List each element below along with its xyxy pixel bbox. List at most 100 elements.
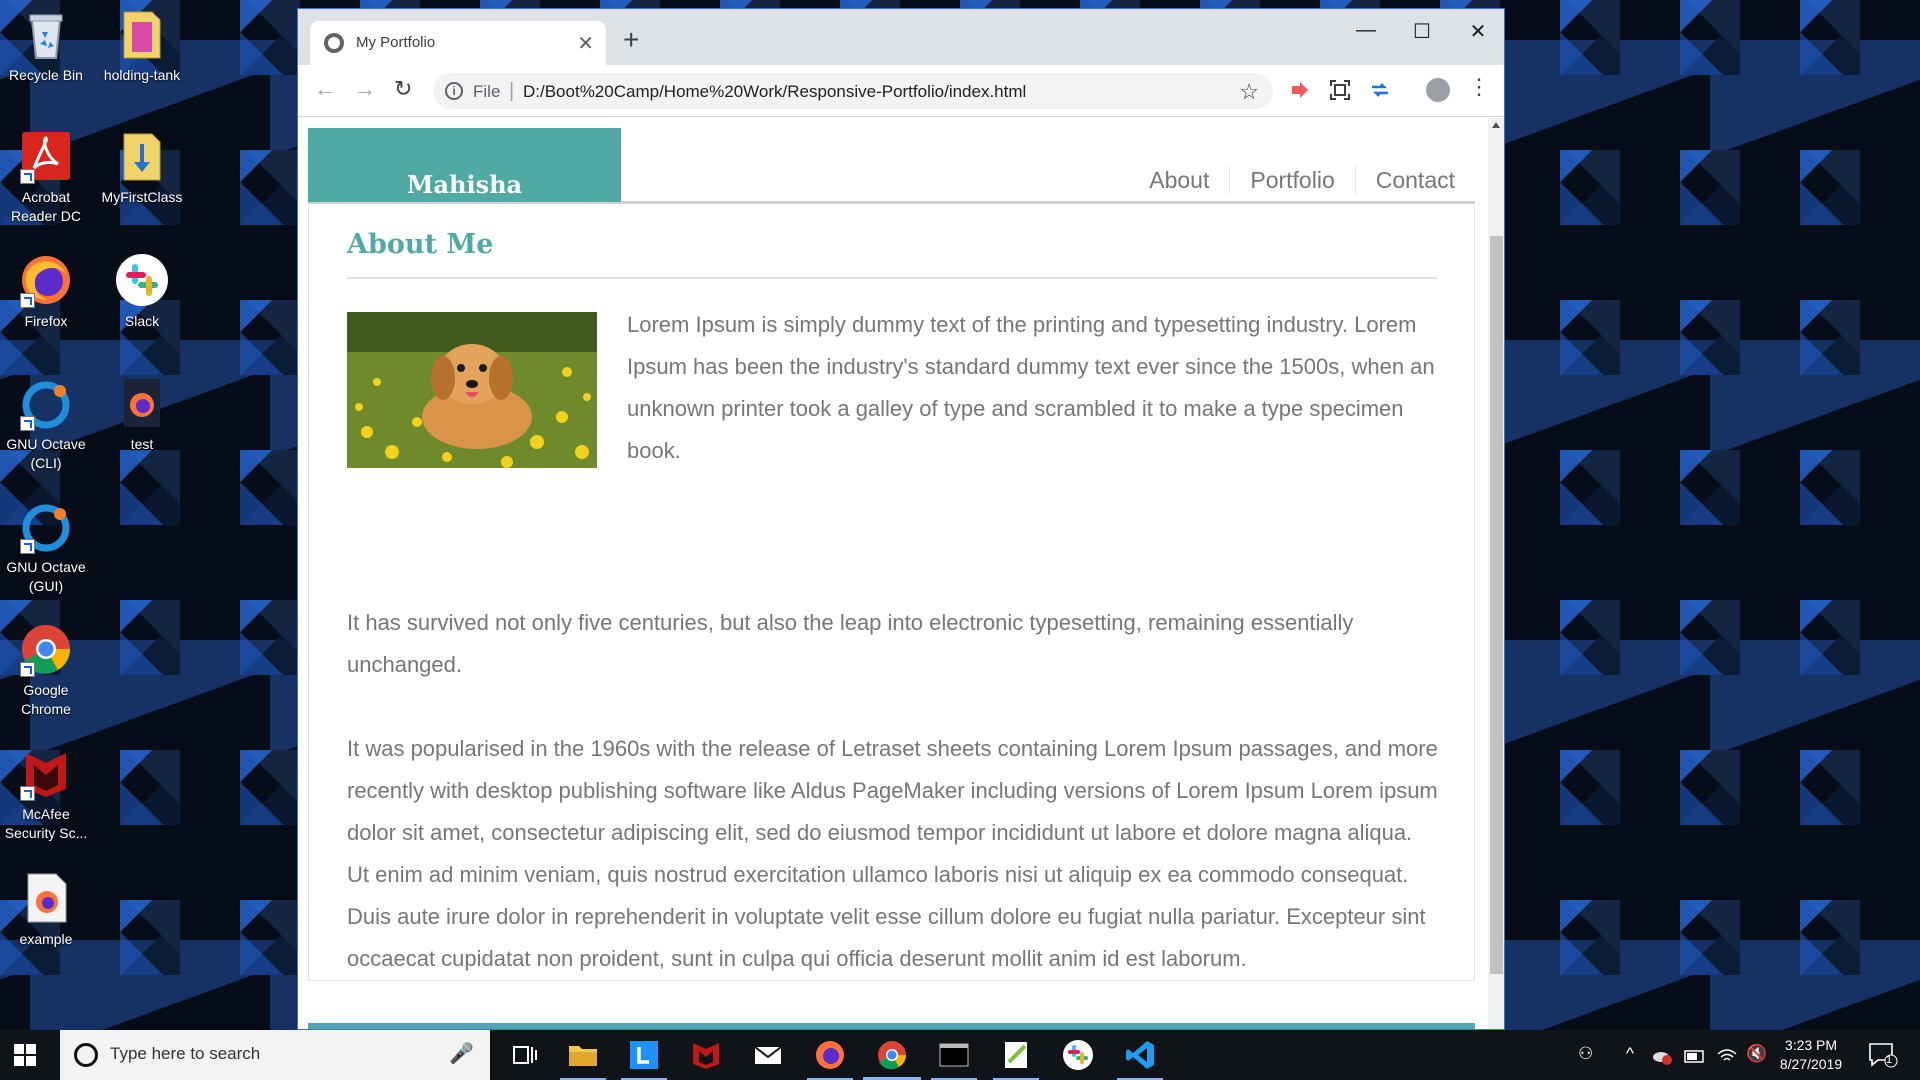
desktop-icon-label: GNU Octave (GUI): [6, 559, 86, 594]
html-file-icon: [18, 870, 74, 926]
acrobat-icon: [18, 128, 74, 184]
recycle-bin-icon: [18, 6, 74, 62]
nav-link-portfolio[interactable]: Portfolio: [1229, 166, 1354, 194]
site-footer: [308, 1023, 1475, 1029]
minimize-button[interactable]: —: [1338, 19, 1394, 42]
cortana-icon: [74, 1043, 98, 1067]
slack-icon[interactable]: [1061, 1038, 1095, 1072]
browser-window: My Portfolio ✕ + — ☐ ✕ ← → ↻ i File | D:…: [297, 8, 1505, 1030]
mail-icon[interactable]: [751, 1038, 785, 1072]
notepad-plus-icon[interactable]: [993, 1038, 1039, 1080]
task-view-icon[interactable]: [508, 1038, 542, 1072]
tab-title: My Portfolio: [356, 34, 436, 51]
url-separator: |: [509, 80, 515, 102]
desktop-icon-acrobat[interactable]: Acrobat Reader DC: [0, 128, 92, 226]
taskbar-search-input[interactable]: Type here to search 🎤: [60, 1030, 490, 1080]
about-paragraph: It was popularised in the 1960s with the…: [347, 736, 1438, 971]
octave-icon: [18, 498, 74, 554]
desktop-icon-label: example: [19, 931, 73, 947]
tab-strip: My Portfolio ✕ + — ☐ ✕: [298, 9, 1504, 65]
system-clock[interactable]: 3:23 PM 8/27/2019: [1766, 1036, 1856, 1074]
bookmark-star-icon[interactable]: ☆: [1239, 79, 1259, 105]
desktop-icon-holding-tank[interactable]: holding-tank: [96, 6, 188, 85]
octave-icon: [18, 375, 74, 431]
clock-date: 8/27/2019: [1779, 1056, 1843, 1072]
notification-count: 1: [1886, 1054, 1893, 1066]
file-explorer-icon[interactable]: [560, 1038, 606, 1080]
desktop-icon-recycle-bin[interactable]: Recycle Bin: [0, 6, 92, 85]
show-hidden-icons[interactable]: ^: [1626, 1044, 1634, 1064]
extension-icon[interactable]: [1288, 78, 1312, 102]
taskbar: Type here to search 🎤 ⚇ ^ 🔇 3:23 PM 8/27…: [0, 1030, 1920, 1080]
firefox-icon[interactable]: [807, 1038, 853, 1080]
clock-time: 3:23 PM: [1784, 1037, 1838, 1053]
url-scheme: File: [473, 82, 501, 101]
volume-muted-icon[interactable]: 🔇: [1746, 1044, 1767, 1064]
nav-link-about[interactable]: About: [1129, 166, 1229, 194]
desktop-icon-slack[interactable]: Slack: [96, 252, 188, 331]
desktop-icon-label: McAfee Security Sc...: [4, 806, 88, 841]
chrome-icon: [18, 621, 74, 677]
screenshot-extension-icon[interactable]: [1328, 78, 1352, 102]
scrollbar-thumb[interactable]: [1490, 236, 1503, 974]
sync-extension-icon[interactable]: [1368, 78, 1392, 102]
firefox-icon: [18, 252, 74, 308]
close-window-button[interactable]: ✕: [1450, 19, 1504, 44]
scroll-up-icon[interactable]: [1492, 122, 1500, 128]
chrome-icon[interactable]: [863, 1038, 921, 1080]
section-title: About Me: [347, 229, 494, 260]
address-bar[interactable]: i File | D:/Boot%20Camp/Home%20Work/Resp…: [433, 73, 1273, 109]
desktop-icon-test[interactable]: test: [96, 375, 188, 454]
browser-toolbar: ← → ↻ i File | D:/Boot%20Camp/Home%20Wor…: [298, 65, 1504, 117]
desktop-icon-octave-gui[interactable]: GNU Octave (GUI): [0, 498, 92, 596]
about-paragraph: It has survived not only five centuries,…: [347, 610, 1354, 677]
site-brand[interactable]: Mahisha: [308, 128, 621, 202]
back-button[interactable]: ←: [314, 77, 336, 101]
terminal-icon[interactable]: [931, 1038, 977, 1080]
reload-button[interactable]: ↻: [394, 77, 412, 101]
desktop-icon-label: Firefox: [24, 313, 68, 329]
site-nav: About Portfolio Contact: [1129, 166, 1475, 194]
firefox-file-icon: [114, 375, 170, 431]
maximize-button[interactable]: ☐: [1394, 19, 1450, 44]
new-tab-button[interactable]: +: [623, 25, 639, 55]
desktop-icon-label: Recycle Bin: [9, 67, 83, 83]
desktop-icon-myfirstclass[interactable]: MyFirstClass: [96, 128, 188, 207]
profile-avatar-icon[interactable]: [1426, 78, 1450, 102]
vertical-scrollbar[interactable]: [1488, 118, 1504, 1029]
browser-menu-icon[interactable]: ⋮: [1468, 74, 1490, 100]
site-header: Mahisha About Portfolio Contact: [308, 128, 1475, 204]
folder-file-icon: [114, 6, 170, 62]
people-icon[interactable]: ⚇: [1578, 1044, 1593, 1064]
desktop-icon-mcafee[interactable]: McAfee Security Sc...: [0, 745, 92, 843]
desktop-icon-label: test: [130, 436, 154, 452]
desktop-icon-label: holding-tank: [103, 67, 181, 83]
url-text[interactable]: D:/Boot%20Camp/Home%20Work/Responsive-Po…: [523, 82, 1026, 102]
title-divider: [347, 277, 1437, 279]
wifi-icon[interactable]: [1716, 1046, 1738, 1071]
desktop-icon-octave-cli[interactable]: GNU Octave (CLI): [0, 375, 92, 473]
windows-start-icon[interactable]: [14, 1044, 36, 1066]
globe-icon: [324, 33, 344, 53]
desktop-icon-firefox[interactable]: Firefox: [0, 252, 92, 331]
forward-button[interactable]: →: [354, 77, 376, 101]
desktop-icon-example[interactable]: example: [0, 870, 92, 949]
antivirus-tray-icon[interactable]: [1652, 1046, 1672, 1071]
mcafee-icon: [18, 745, 74, 801]
close-tab-icon[interactable]: ✕: [577, 31, 594, 56]
lync-icon[interactable]: [621, 1038, 667, 1080]
battery-icon[interactable]: [1684, 1046, 1706, 1071]
puppy-photo: [347, 312, 597, 468]
slack-icon: [114, 252, 170, 308]
desktop-icon-label: Slack: [124, 313, 160, 329]
microphone-icon[interactable]: 🎤: [449, 1041, 474, 1066]
tab-my-portfolio[interactable]: My Portfolio ✕: [310, 21, 606, 65]
desktop-icon-chrome[interactable]: Google Chrome: [0, 621, 92, 719]
vscode-icon[interactable]: [1117, 1038, 1163, 1080]
mcafee-icon[interactable]: [689, 1038, 723, 1072]
desktop-icon-label: Google Chrome: [21, 682, 71, 717]
nav-link-contact[interactable]: Contact: [1354, 166, 1475, 194]
search-placeholder: Type here to search: [110, 1044, 261, 1063]
info-icon[interactable]: i: [445, 82, 463, 100]
action-center-icon[interactable]: [1868, 1042, 1898, 1073]
